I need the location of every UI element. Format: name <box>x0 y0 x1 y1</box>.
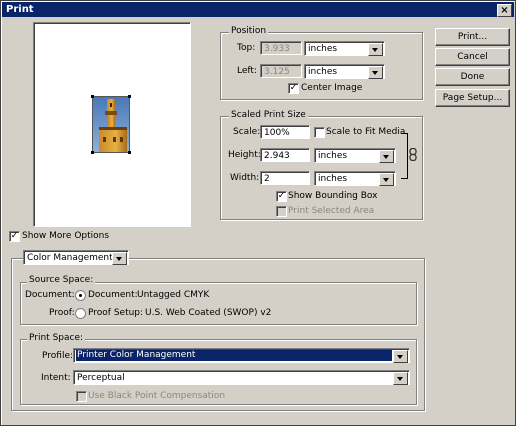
document-radio[interactable] <box>75 290 86 301</box>
left-input[interactable]: 3.125 <box>260 64 302 78</box>
center-image-label: Center Image <box>301 83 363 93</box>
resize-handle[interactable] <box>91 95 94 98</box>
show-more-options-label: Show More Options <box>22 231 110 241</box>
chevron-down-icon <box>368 43 383 56</box>
document-label: Document: <box>25 290 75 300</box>
height-label: Height: <box>228 150 261 160</box>
resize-handle[interactable] <box>91 151 94 154</box>
top-label: Top: <box>237 43 256 53</box>
intent-select[interactable]: Perceptual <box>73 370 410 385</box>
proof-radio[interactable] <box>75 308 86 319</box>
document-profile-value: Untagged CMYK <box>137 290 210 300</box>
window-title: Print <box>6 4 34 15</box>
top-input[interactable]: 3.933 <box>260 41 302 55</box>
done-button[interactable]: Done <box>435 68 510 86</box>
image-thumbnail[interactable] <box>91 95 131 154</box>
width-label: Width: <box>230 173 260 183</box>
scale-to-fit-checkbox[interactable] <box>314 127 325 138</box>
black-point-compensation-checkbox[interactable] <box>76 391 87 402</box>
profile-select[interactable]: Printer Color Management <box>73 348 410 363</box>
proof-profile-value: U.S. Web Coated (SWOP) v2 <box>145 308 272 318</box>
chevron-down-icon <box>393 372 408 385</box>
chevron-down-icon <box>368 66 383 79</box>
options-type-select[interactable]: Color Management <box>23 250 129 265</box>
height-unit-select[interactable]: inches <box>314 148 396 163</box>
print-selected-area-label: Print Selected Area <box>288 206 375 216</box>
show-bounding-box-label: Show Bounding Box <box>288 191 378 201</box>
cancel-button[interactable]: Cancel <box>435 48 510 66</box>
top-unit-select[interactable]: inches <box>304 41 385 56</box>
left-label: Left: <box>237 66 257 76</box>
width-input[interactable]: 2 <box>260 171 310 185</box>
proof-option-label: Proof Setup: <box>88 308 144 318</box>
title-bar: Print × <box>2 2 514 17</box>
chevron-down-icon <box>379 150 394 163</box>
tower-image <box>93 97 129 152</box>
source-space-legend: Source Space: <box>27 275 96 285</box>
scaled-legend: Scaled Print Size <box>229 110 308 120</box>
scale-to-fit-label: Scale to Fit Media <box>326 127 406 137</box>
print-preview <box>33 22 191 227</box>
resize-handle[interactable] <box>128 151 131 154</box>
left-unit-select[interactable]: inches <box>304 64 385 79</box>
print-space-legend: Print Space: <box>27 333 86 343</box>
resize-handle[interactable] <box>128 95 131 98</box>
scale-label: Scale: <box>233 127 261 137</box>
show-bounding-box-checkbox[interactable]: ✓ <box>276 191 287 202</box>
chevron-down-icon <box>379 173 394 186</box>
width-unit-select[interactable]: inches <box>314 171 396 186</box>
position-legend: Position <box>229 26 269 36</box>
print-selected-area-checkbox[interactable] <box>276 206 287 217</box>
chevron-down-icon <box>112 252 127 265</box>
document-option-label: Document: <box>88 290 138 300</box>
print-dialog: Print × Position Top: 3.933 inches Left:… <box>0 0 516 426</box>
chevron-down-icon <box>393 350 408 363</box>
black-point-compensation-label: Use Black Point Compensation <box>88 391 226 401</box>
page-setup-button[interactable]: Page Setup... <box>435 89 510 107</box>
chain-link-icon <box>409 148 417 161</box>
proof-label: Proof: <box>49 308 75 318</box>
center-image-checkbox[interactable]: ✓ <box>288 83 299 94</box>
intent-label: Intent: <box>41 373 71 383</box>
profile-label: Profile: <box>42 351 74 361</box>
show-more-options-checkbox[interactable]: ✓ <box>9 231 20 242</box>
close-button[interactable]: × <box>497 4 512 17</box>
height-input[interactable]: 2.943 <box>260 148 310 162</box>
scale-input[interactable]: 100% <box>260 125 310 139</box>
proportion-bracket <box>401 133 408 179</box>
print-button[interactable]: Print... <box>435 28 510 46</box>
